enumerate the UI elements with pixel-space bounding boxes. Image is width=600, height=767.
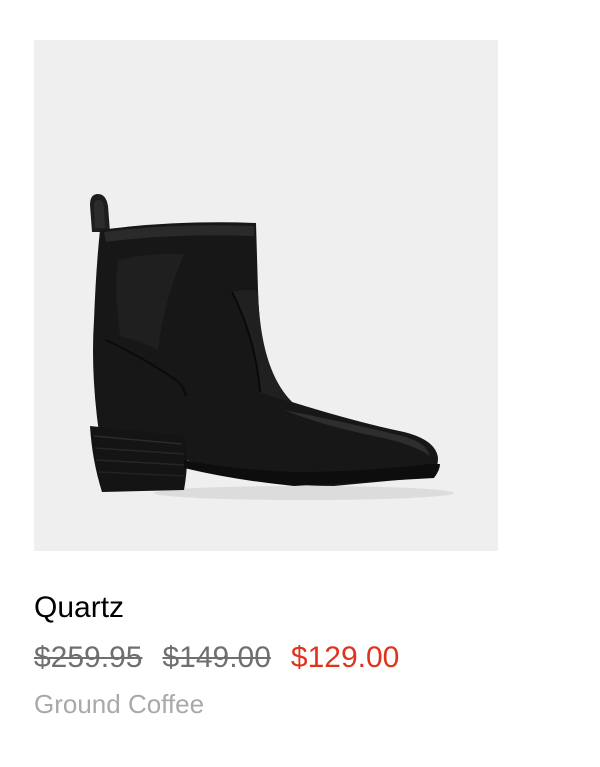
product-card[interactable]: Quartz $259.95 $149.00 $129.00 Ground Coff…: [34, 40, 498, 720]
sale-price: $129.00: [290, 641, 400, 674]
previous-price: $149.00: [162, 641, 271, 674]
product-name[interactable]: Quartz: [34, 590, 498, 626]
original-price: $259.95: [34, 641, 143, 674]
boot-image: [90, 194, 454, 500]
price-row: $259.95 $149.00 $129.00: [34, 638, 498, 678]
product-image[interactable]: [34, 40, 498, 551]
product-color-label: Ground Coffee: [34, 689, 205, 719]
